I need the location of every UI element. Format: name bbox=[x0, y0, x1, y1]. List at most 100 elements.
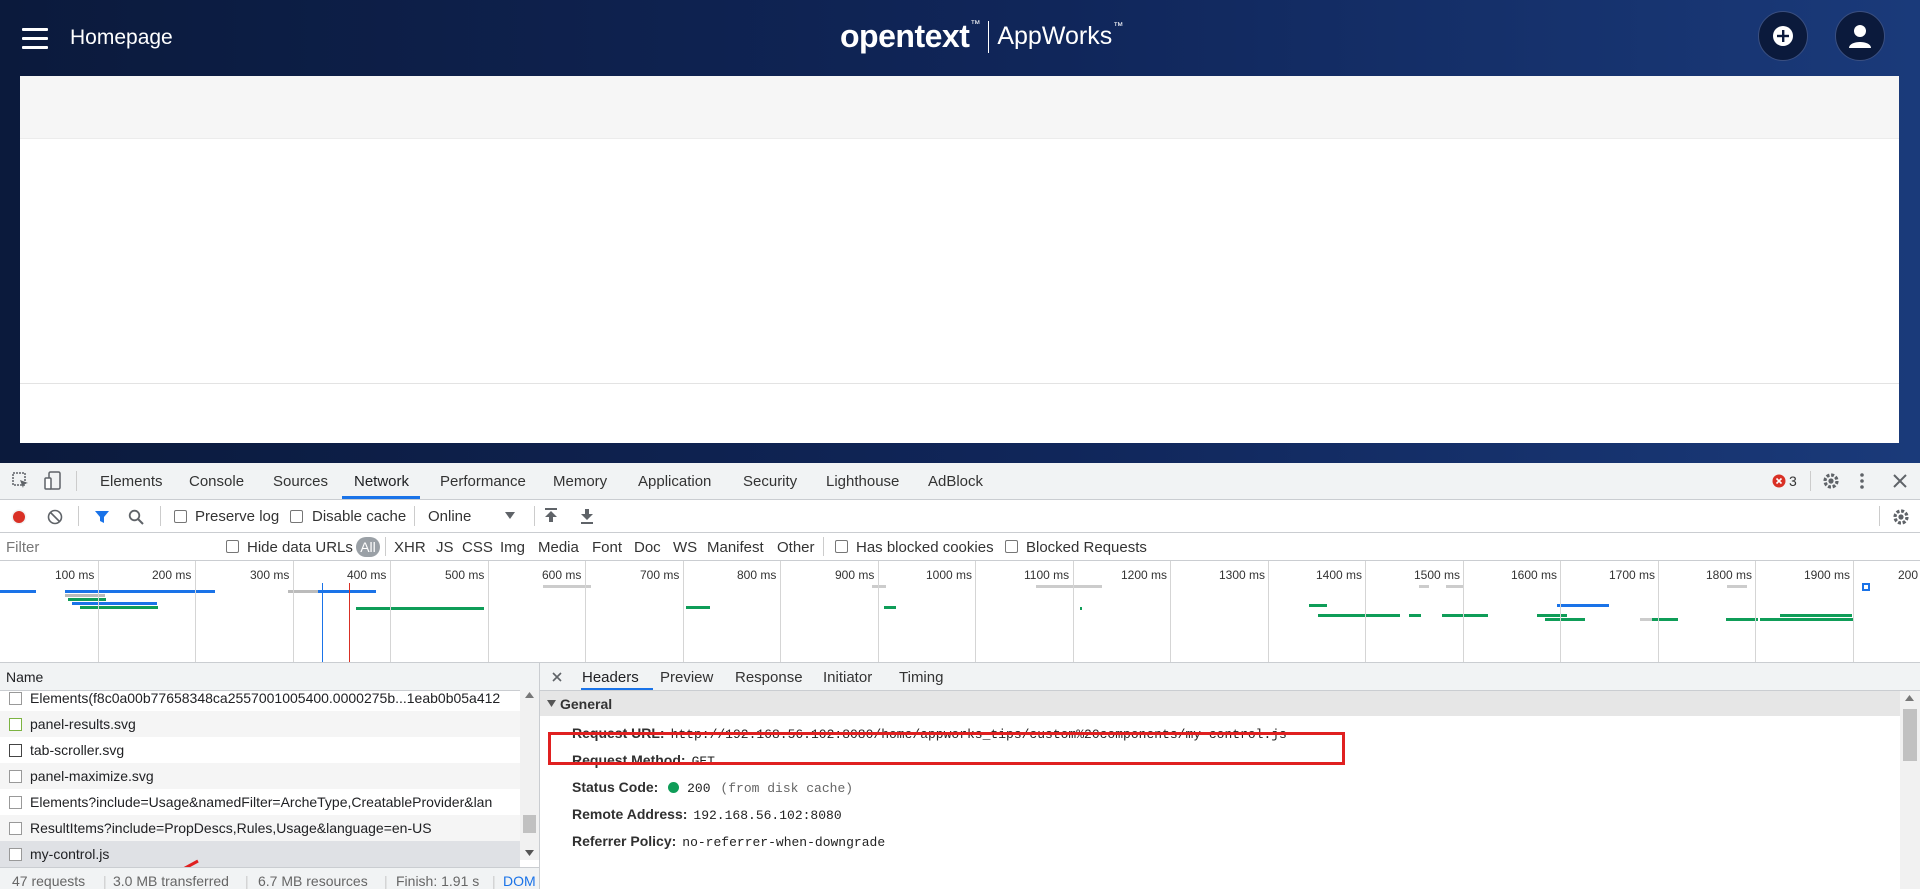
brand-logo: opentext ™ AppWorks ™ bbox=[840, 18, 1124, 54]
type-filter-xhr[interactable]: XHR bbox=[394, 539, 426, 556]
timeline-gridline bbox=[293, 561, 294, 662]
has-blocked-cookies-checkbox[interactable] bbox=[835, 540, 848, 553]
timeline-gridline bbox=[1755, 561, 1756, 662]
timeline-tick-label: 200 ms bbox=[152, 568, 192, 582]
timeline-tick-label: 1400 ms bbox=[1316, 568, 1363, 582]
type-filter-css[interactable]: CSS bbox=[462, 539, 493, 556]
type-filter-media[interactable]: Media bbox=[538, 539, 579, 556]
network-toolbar: Preserve log Disable cache Online bbox=[0, 500, 1920, 533]
timeline-gridline bbox=[1268, 561, 1269, 662]
type-filter-other[interactable]: Other bbox=[777, 539, 815, 556]
tab-sources[interactable]: Sources bbox=[273, 473, 328, 490]
network-settings-gear-icon[interactable] bbox=[1891, 507, 1911, 527]
inspect-element-icon[interactable] bbox=[12, 472, 30, 490]
dom-content-loaded-marker bbox=[322, 583, 323, 662]
document-icon bbox=[9, 822, 22, 835]
scroll-up-icon[interactable] bbox=[1905, 695, 1914, 701]
tab-memory[interactable]: Memory bbox=[553, 473, 607, 490]
close-details-icon[interactable] bbox=[552, 672, 562, 682]
tab-console[interactable]: Console bbox=[189, 473, 244, 490]
tab-performance[interactable]: Performance bbox=[440, 473, 526, 490]
disable-cache-label: Disable cache bbox=[312, 508, 407, 525]
menu-icon[interactable] bbox=[22, 28, 48, 50]
tab-initiator[interactable]: Initiator bbox=[823, 669, 872, 686]
tab-security[interactable]: Security bbox=[743, 473, 797, 490]
timeline-gridline bbox=[1560, 561, 1561, 662]
request-row[interactable]: Elements(f8c0a00b77658348ca2557001005400… bbox=[0, 685, 520, 711]
request-row-selected[interactable]: my-control.js bbox=[0, 841, 520, 867]
tab-elements[interactable]: Elements bbox=[100, 473, 163, 490]
network-summary-bar: 47 requests | 3.0 MB transferred | 6.7 M… bbox=[0, 867, 539, 889]
type-filter-ws[interactable]: WS bbox=[673, 539, 697, 556]
device-toolbar-icon[interactable] bbox=[44, 471, 62, 491]
hide-data-urls-checkbox[interactable] bbox=[226, 540, 239, 553]
tab-lighthouse[interactable]: Lighthouse bbox=[826, 473, 899, 490]
has-blocked-cookies-label: Has blocked cookies bbox=[856, 539, 994, 556]
request-list-scrollbar[interactable] bbox=[520, 690, 539, 860]
search-icon[interactable] bbox=[128, 509, 144, 525]
timeline-tick-label: 1200 ms bbox=[1121, 568, 1168, 582]
more-options-icon[interactable] bbox=[1859, 471, 1865, 491]
blocked-requests-label: Blocked Requests bbox=[1026, 539, 1147, 556]
timeline-gridline bbox=[1365, 561, 1366, 662]
type-filter-img[interactable]: Img bbox=[500, 539, 525, 556]
error-count[interactable]: 3 bbox=[1789, 473, 1797, 489]
timeline-tick-label: 1600 ms bbox=[1511, 568, 1558, 582]
type-filter-manifest[interactable]: Manifest bbox=[707, 539, 764, 556]
clear-icon[interactable] bbox=[47, 509, 63, 525]
type-filter-font[interactable]: Font bbox=[592, 539, 622, 556]
type-filter-js[interactable]: JS bbox=[436, 539, 454, 556]
tab-application[interactable]: Application bbox=[638, 473, 711, 490]
close-devtools-icon[interactable] bbox=[1893, 474, 1907, 488]
tab-response[interactable]: Response bbox=[735, 669, 803, 686]
scroll-down-icon[interactable] bbox=[525, 850, 534, 856]
timeline-tick-label: 1500 ms bbox=[1414, 568, 1461, 582]
request-row[interactable]: ResultItems?include=PropDescs,Rules,Usag… bbox=[0, 815, 520, 841]
timeline-tick-label: 1700 ms bbox=[1609, 568, 1656, 582]
devtools-panel: Elements Console Sources Network Perform… bbox=[0, 463, 1920, 889]
tab-preview[interactable]: Preview bbox=[660, 669, 713, 686]
type-filter-doc[interactable]: Doc bbox=[634, 539, 661, 556]
request-row[interactable]: panel-maximize.svg bbox=[0, 763, 520, 789]
export-har-icon[interactable] bbox=[580, 508, 594, 524]
timeline-tick-label: 500 ms bbox=[445, 568, 485, 582]
settings-gear-icon[interactable] bbox=[1821, 471, 1841, 491]
script-icon bbox=[9, 848, 22, 861]
referrer-policy-row: Referrer Policy: no-referrer-when-downgra… bbox=[572, 833, 886, 850]
type-filter-all[interactable]: All bbox=[356, 537, 380, 557]
timeline-tick-label: 900 ms bbox=[835, 568, 875, 582]
timeline-tick-label: 1300 ms bbox=[1219, 568, 1266, 582]
filter-input[interactable] bbox=[4, 536, 213, 558]
error-icon[interactable] bbox=[1772, 474, 1786, 488]
tab-headers[interactable]: Headers bbox=[582, 669, 639, 686]
collapse-triangle-icon[interactable] bbox=[547, 700, 556, 707]
add-button[interactable] bbox=[1758, 11, 1808, 61]
user-profile-button[interactable] bbox=[1835, 11, 1885, 61]
tab-adblock[interactable]: AdBlock bbox=[928, 473, 983, 490]
disable-cache-checkbox[interactable] bbox=[290, 510, 303, 523]
document-icon bbox=[9, 796, 22, 809]
throttling-select[interactable]: Online bbox=[428, 508, 471, 525]
timeline-gridline bbox=[975, 561, 976, 662]
tab-network[interactable]: Network bbox=[354, 473, 409, 490]
scroll-up-icon[interactable] bbox=[525, 692, 534, 698]
document-icon bbox=[9, 692, 22, 705]
request-row[interactable]: Elements?include=Usage&namedFilter=Arche… bbox=[0, 789, 520, 815]
chevron-down-icon[interactable] bbox=[505, 512, 515, 520]
page-title: Homepage bbox=[70, 26, 173, 49]
details-scrollbar[interactable] bbox=[1900, 691, 1920, 889]
timeline-tick-label: 300 ms bbox=[250, 568, 290, 582]
blocked-requests-checkbox[interactable] bbox=[1005, 540, 1018, 553]
request-row[interactable]: tab-scroller.svg bbox=[0, 737, 520, 763]
preserve-log-checkbox[interactable] bbox=[174, 510, 187, 523]
record-icon[interactable] bbox=[11, 509, 27, 525]
tab-timing[interactable]: Timing bbox=[899, 669, 943, 686]
request-row[interactable]: panel-results.svg bbox=[0, 711, 520, 737]
timeline-tick-label: 1800 ms bbox=[1706, 568, 1753, 582]
status-code-row: Status Code: 200 (from disk cache) bbox=[572, 779, 854, 796]
import-har-icon[interactable] bbox=[544, 508, 558, 524]
timeline-gridline bbox=[1463, 561, 1464, 662]
network-overview-timeline[interactable]: 100 ms 200 ms 300 ms 400 ms 500 ms 600 ms 700 … bbox=[0, 561, 1920, 663]
filter-icon[interactable] bbox=[94, 509, 110, 525]
general-section-header[interactable]: General bbox=[540, 691, 1900, 716]
